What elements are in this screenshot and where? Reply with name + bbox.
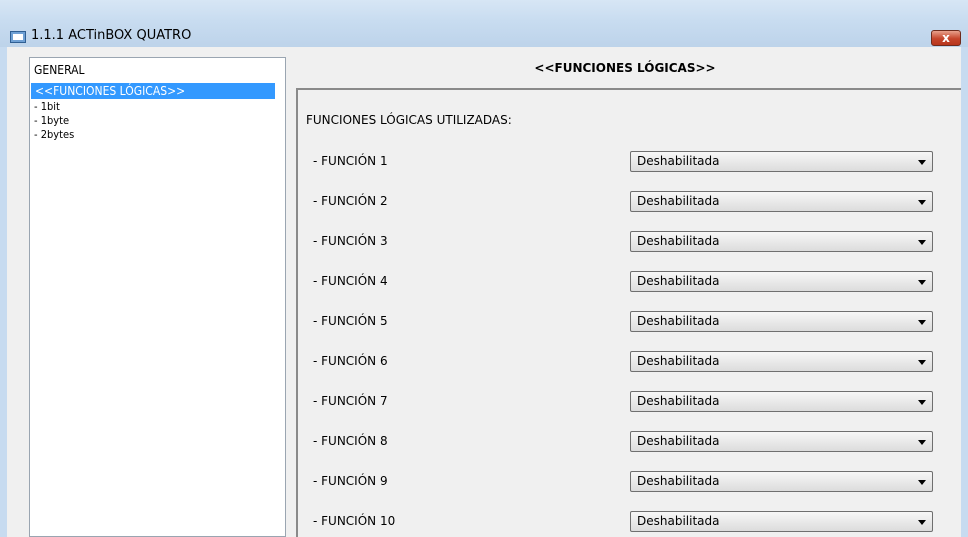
function-label: - FUNCIÓN 4 [313,274,388,288]
select-value: Deshabilitada [637,274,720,288]
tree-item-2bytes[interactable]: - 2bytes [34,128,74,141]
tree-item-funciones-logicas[interactable]: <<FUNCIONES LÓGICAS>> [31,83,275,99]
function-label: - FUNCIÓN 6 [313,354,388,368]
function-select[interactable]: Deshabilitada [630,431,933,452]
function-label: - FUNCIÓN 7 [313,394,388,408]
function-select[interactable]: Deshabilitada [630,471,933,492]
window-frame-left [0,47,7,537]
select-value: Deshabilitada [637,234,720,248]
title-bar: 1.1.1 ACTinBOX QUATRO x [0,0,968,47]
dropdown-arrow-icon[interactable] [918,400,926,405]
function-label: - FUNCIÓN 8 [313,434,388,448]
function-select[interactable]: Deshabilitada [630,191,933,212]
dropdown-arrow-icon[interactable] [918,360,926,365]
function-label: - FUNCIÓN 3 [313,234,388,248]
select-value: Deshabilitada [637,514,720,528]
function-label: - FUNCIÓN 2 [313,194,388,208]
select-value: Deshabilitada [637,434,720,448]
select-value: Deshabilitada [637,474,720,488]
select-value: Deshabilitada [637,394,720,408]
select-value: Deshabilitada [637,194,720,208]
function-select[interactable]: Deshabilitada [630,231,933,252]
function-label: - FUNCIÓN 5 [313,314,388,328]
function-select[interactable]: Deshabilitada [630,391,933,412]
tree-item-general[interactable]: GENERAL [34,63,85,77]
function-select[interactable]: Deshabilitada [630,511,933,532]
section-label: FUNCIONES LÓGICAS UTILIZADAS: [306,113,512,127]
tree-item-1bit[interactable]: - 1bit [34,100,60,113]
function-select[interactable]: Deshabilitada [630,151,933,172]
select-value: Deshabilitada [637,354,720,368]
function-label: - FUNCIÓN 1 [313,154,388,168]
dropdown-arrow-icon[interactable] [918,160,926,165]
app-icon [10,31,26,43]
tree-item-1byte[interactable]: - 1byte [34,114,69,127]
function-select[interactable]: Deshabilitada [630,271,933,292]
window-title: 1.1.1 ACTinBOX QUATRO [31,28,192,43]
function-select[interactable]: Deshabilitada [630,311,933,332]
parameter-tree: GENERAL <<FUNCIONES LÓGICAS>> - 1bit - 1… [29,57,286,537]
close-button[interactable]: x [931,30,961,46]
dropdown-arrow-icon[interactable] [918,200,926,205]
select-value: Deshabilitada [637,154,720,168]
dropdown-arrow-icon[interactable] [918,520,926,525]
dropdown-arrow-icon[interactable] [918,480,926,485]
window-frame-right [961,47,968,537]
dropdown-arrow-icon[interactable] [918,240,926,245]
function-label: - FUNCIÓN 9 [313,474,388,488]
select-value: Deshabilitada [637,314,720,328]
dropdown-arrow-icon[interactable] [918,280,926,285]
function-label: - FUNCIÓN 10 [313,514,396,528]
dropdown-arrow-icon[interactable] [918,440,926,445]
function-select[interactable]: Deshabilitada [630,351,933,372]
page-title: <<FUNCIONES LÓGICAS>> [534,61,716,75]
dropdown-arrow-icon[interactable] [918,320,926,325]
